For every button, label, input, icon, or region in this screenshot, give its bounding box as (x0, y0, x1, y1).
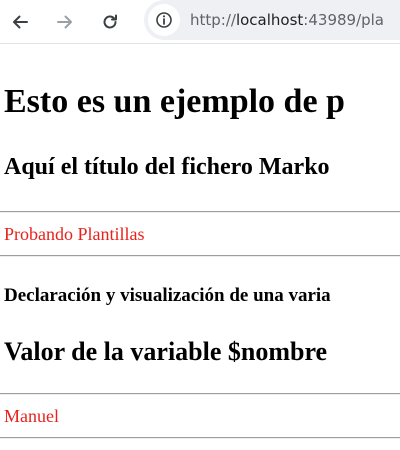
divider (0, 255, 400, 257)
divider (0, 437, 400, 439)
markdown-title: Aquí el título del fichero Marko (4, 154, 330, 180)
back-button[interactable] (6, 8, 34, 36)
reload-button[interactable] (96, 8, 124, 36)
divider (0, 211, 400, 213)
url-text[interactable]: http://localhost:43989/pla (190, 10, 384, 30)
template-value: Probando Plantillas (4, 224, 145, 244)
site-info-button[interactable] (148, 4, 180, 36)
tune-icon (156, 12, 172, 28)
variable-value: Manuel (4, 406, 59, 426)
variable-heading: Valor de la variable $nombre (4, 337, 328, 366)
url-scheme: http:// (190, 11, 236, 29)
arrow-right-icon (57, 15, 72, 29)
section-heading: Declaración y visualización de una varia (4, 285, 331, 306)
url-host: localhost (235, 11, 304, 29)
url-path: :43989/pla (303, 11, 385, 29)
reload-icon (103, 14, 117, 29)
address-bar[interactable]: http://localhost:43989/pla (144, 0, 400, 40)
browser-toolbar: http://localhost:43989/pla (0, 0, 400, 44)
arrow-left-icon (13, 15, 28, 29)
forward-button[interactable] (51, 8, 79, 36)
page-heading: Esto es un ejemplo de p (4, 83, 345, 120)
divider (0, 393, 400, 395)
page-content: Esto es un ejemplo de p Aquí el título d… (0, 44, 400, 450)
